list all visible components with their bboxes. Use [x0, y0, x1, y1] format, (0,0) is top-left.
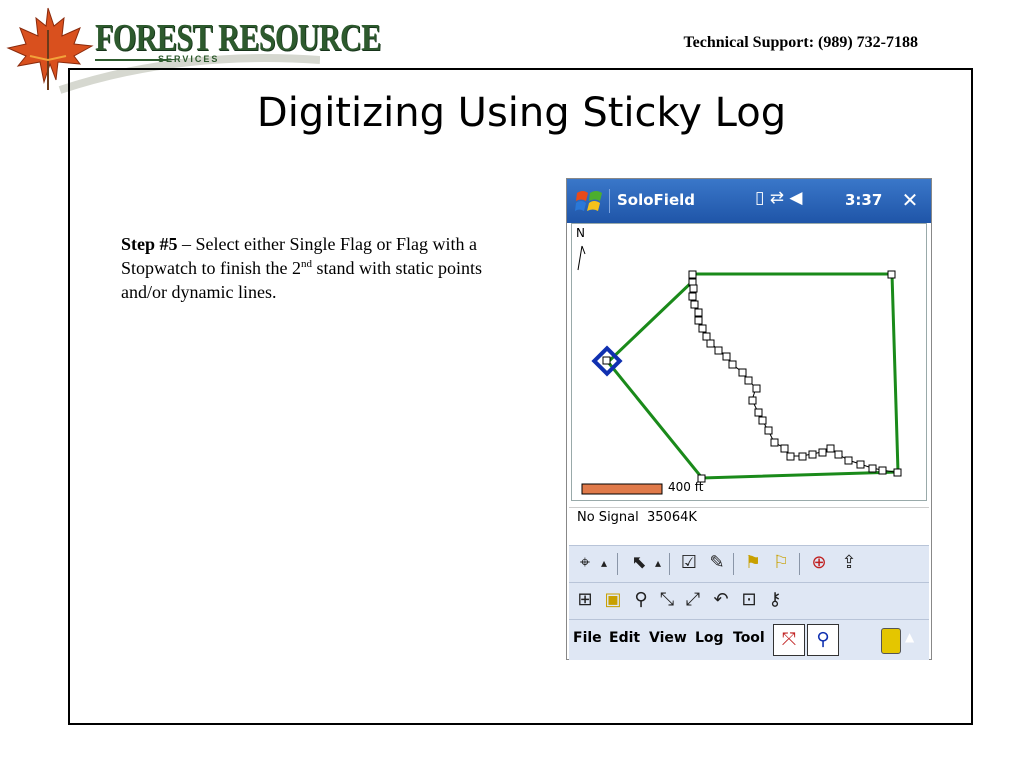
menu-tool[interactable]: Tool: [733, 630, 765, 646]
map-canvas[interactable]: [572, 224, 926, 500]
status-bar: No Signal 35064K: [569, 507, 929, 544]
toolbar-top: ⌖ ▴ ⬉ ▴ ☑ ✎ ⚑ ⚐ ⊕ ⇪: [569, 545, 929, 582]
checkbox-icon[interactable]: ☑: [677, 551, 701, 575]
pointer-select-icon[interactable]: ⬉: [627, 551, 651, 575]
step-superscript: nd: [300, 258, 312, 270]
signal-status: No Signal: [577, 510, 639, 525]
scale-bar: [581, 483, 663, 495]
slide-title: Digitizing Using Sticky Log: [256, 90, 787, 136]
compass-icon[interactable]: ⊕: [807, 551, 831, 575]
dropdown-arrow-icon[interactable]: ▴: [651, 551, 665, 575]
single-flag-icon[interactable]: ⚑: [741, 551, 765, 575]
flag-stopwatch-icon[interactable]: ⚐: [769, 551, 793, 575]
edit-attribute-icon[interactable]: ⊡: [737, 588, 761, 612]
menu-log[interactable]: Log: [695, 630, 724, 646]
separator: [799, 553, 800, 575]
clock[interactable]: 3:37: [845, 191, 882, 209]
sticky-log-icon[interactable]: ⤧: [773, 624, 805, 656]
zoom-in-icon[interactable]: ⤡: [655, 588, 679, 612]
upload-icon[interactable]: ⇪: [837, 551, 861, 575]
title-separator: [609, 189, 610, 213]
eraser-icon[interactable]: ✎: [705, 551, 729, 575]
volume-icon[interactable]: ◀: [789, 188, 802, 208]
gps-status-icon[interactable]: [881, 628, 901, 654]
stand-boundary-lines: [605, 272, 900, 480]
expand-arrow-icon[interactable]: ▲: [905, 630, 914, 644]
title-bar: SoloField ▯ ⇄ ◀ 3:37 ✕: [567, 179, 931, 223]
menu-view[interactable]: View: [649, 630, 687, 646]
support-phone: Technical Support: (989) 732-7188: [683, 34, 918, 51]
battery-icon[interactable]: ▯: [755, 188, 764, 208]
connectivity-icon[interactable]: ⇄: [770, 188, 784, 208]
menu-bar: File Edit View Log Tool ⤧ ⚲ ▲: [569, 619, 929, 660]
brand-subtitle: SERVICES: [158, 54, 220, 64]
menu-edit[interactable]: Edit: [609, 630, 640, 646]
dropdown-arrow-icon[interactable]: ▴: [597, 551, 611, 575]
brand-name: FOREST RESOURCE: [95, 17, 381, 59]
north-label: N: [576, 226, 585, 240]
layer-icon[interactable]: ▣: [601, 588, 625, 612]
logged-points: [688, 270, 902, 483]
zoom-out-icon[interactable]: ⤢: [681, 588, 705, 612]
close-button[interactable]: ✕: [897, 187, 923, 213]
toolbar-bottom: ⊞ ▣ ⚲ ⤡ ⤢ ↶ ⊡ ⚷: [569, 582, 929, 619]
tray-icons: ▯ ⇄ ◀: [755, 188, 803, 208]
separator: [733, 553, 734, 575]
memory-status: 35064K: [647, 510, 697, 525]
separator: [617, 553, 618, 575]
gps-target-icon[interactable]: ⌖: [573, 551, 597, 575]
step-text: Step #5 – Select either Single Flag or F…: [121, 232, 521, 304]
device-screenshot: SoloField ▯ ⇄ ◀ 3:37 ✕ N 400 ft No Signa…: [566, 178, 932, 660]
undo-icon[interactable]: ↶: [709, 588, 733, 612]
north-arrow-icon: [577, 245, 586, 271]
step-label: Step #5: [121, 234, 178, 254]
gps-status: No Signal 35064K: [577, 510, 697, 525]
windows-start-icon[interactable]: [575, 187, 605, 215]
pan-icon[interactable]: ⊞: [573, 588, 597, 612]
zoom-select-icon[interactable]: ⚲: [807, 624, 839, 656]
scale-label: 400 ft: [668, 480, 704, 494]
separator: [669, 553, 670, 575]
app-title: SoloField: [617, 191, 695, 209]
zoom-icon[interactable]: ⚲: [629, 588, 653, 612]
menu-file[interactable]: File: [573, 630, 602, 646]
identify-icon[interactable]: ⚷: [763, 588, 787, 612]
map-view[interactable]: N 400 ft: [571, 223, 927, 501]
